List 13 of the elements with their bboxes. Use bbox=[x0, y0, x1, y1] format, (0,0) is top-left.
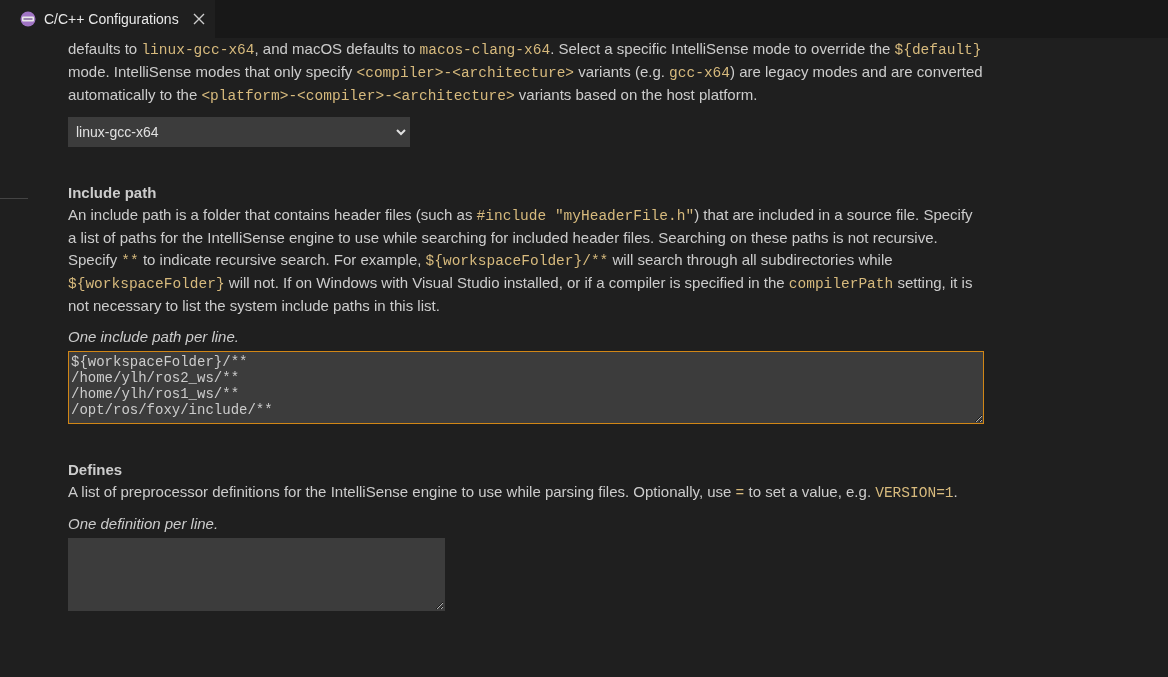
section-title: Include path bbox=[68, 183, 158, 203]
field-hint: One include path per line. bbox=[68, 327, 240, 347]
editor-tab[interactable]: C/C++ Configurations bbox=[0, 0, 215, 38]
defines-field[interactable] bbox=[68, 538, 445, 611]
file-type-icon bbox=[20, 11, 36, 27]
intellisense-mode-dropdown[interactable]: linux-gcc-x64 bbox=[68, 117, 410, 147]
field-hint: One definition per line. bbox=[68, 514, 220, 534]
mode-description: defaults to linux-gcc-x64, and macOS defaults to macos-clang-x64. Select a specific IntelliSense mode to override the ${default} mode. IntelliSense modes that only specify <compiler>-<architecture> variants (e.g. gcc-x64) are legacy modes and are converted automatically to the <platform>-<compiler>-<architecture> variants based on the host platform. bbox=[68, 39, 984, 106]
include-path-description: An include path is a folder that contains header files (such as #include "myHeaderFile.h") that are included in a source file. Specify a list of paths for the IntelliSense engine to use while searching for included header files. Searching on these paths is not recursive. Specify ** to indicate recursive search. For example, ${workspaceFolder}/** will search through all subdirectories while ${workspaceFolder} will not. If on Windows with Visual Studio installed, or if a compiler is specified in the compilerPath setting, it is not necessary to list the system include paths in this list. bbox=[68, 205, 974, 316]
close-icon[interactable] bbox=[192, 13, 205, 25]
include-path-field[interactable]: ${workspaceFolder}/** /home/ylh/ros2_ws/** /home/ylh/ros1_ws/** /opt/ros/foxy/include/** bbox=[68, 351, 984, 424]
section-title: Defines bbox=[68, 460, 124, 480]
defines-description: A list of preprocessor definitions for the IntelliSense engine to use while parsing files. Optionally, use = to set a value, e.g. VERSION=1. bbox=[68, 482, 959, 503]
